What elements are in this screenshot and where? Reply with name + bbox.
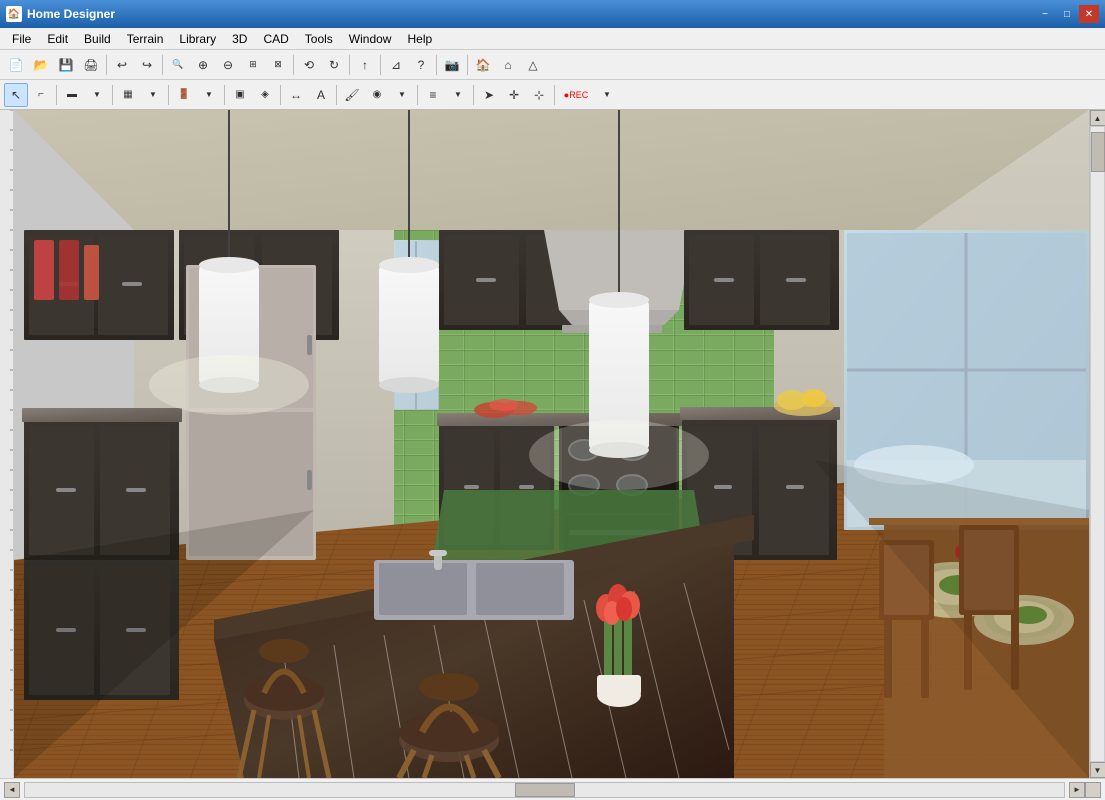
room-dropdown[interactable]: ▼ [141, 83, 165, 107]
title-bar: 🏠 Home Designer − □ ✕ [0, 0, 1105, 28]
separator [112, 85, 113, 105]
toolbar-tools: ↖ ⌐ ▬ ▼ ▦ ▼ 🚪 ▼ ▣ ◈ ↔ A 🖌 ◉ ▼ ≡ ▼ ➤ ✛ ⊹ … [0, 80, 1105, 110]
menu-window[interactable]: Window [341, 30, 400, 48]
separator [473, 85, 474, 105]
roof-button[interactable]: △ [521, 53, 545, 77]
menu-file[interactable]: File [4, 30, 39, 48]
zoom-fit-button[interactable]: ⊞ [241, 53, 265, 77]
scrollbar-vertical[interactable]: ▲ ▼ [1089, 110, 1105, 778]
window-controls: − □ ✕ [1035, 5, 1099, 23]
zoom-realtime-button[interactable]: 🔍 [166, 53, 190, 77]
kitchen-scene [14, 110, 1089, 778]
separator [336, 85, 337, 105]
undo-button[interactable]: ↩ [110, 53, 134, 77]
separator [224, 85, 225, 105]
separator [106, 55, 107, 75]
scroll-up-arrow[interactable]: ▲ [1090, 110, 1105, 126]
separator [56, 85, 57, 105]
bottom-bar: ◄ ► [0, 778, 1105, 800]
app-title: Home Designer [27, 7, 1035, 21]
menu-tools[interactable]: Tools [297, 30, 341, 48]
redo-button[interactable]: ↪ [135, 53, 159, 77]
minimize-button[interactable]: − [1035, 5, 1055, 23]
menu-help[interactable]: Help [399, 30, 440, 48]
app-icon: 🏠 [6, 6, 22, 22]
separator [417, 85, 418, 105]
maximize-button[interactable]: □ [1057, 5, 1077, 23]
separator [467, 55, 468, 75]
close-button[interactable]: ✕ [1079, 5, 1099, 23]
scroll-track-vertical[interactable] [1090, 126, 1105, 762]
door-tool[interactable]: 🚪 [172, 83, 196, 107]
open-button[interactable]: 📂 [29, 53, 53, 77]
wall-tool[interactable]: ▬ [60, 83, 84, 107]
menu-library[interactable]: Library [171, 30, 224, 48]
scroll-left-arrow[interactable]: ◄ [4, 782, 20, 798]
menu-edit[interactable]: Edit [39, 30, 76, 48]
transform-tool[interactable]: ⊹ [527, 83, 551, 107]
home-view-button[interactable]: 🏠 [471, 53, 495, 77]
separator [554, 85, 555, 105]
scrollbar-horizontal[interactable] [24, 782, 1065, 798]
new-button[interactable]: 📄 [4, 53, 28, 77]
separator [162, 55, 163, 75]
camera-button[interactable]: 📷 [440, 53, 464, 77]
room-tool[interactable]: ▦ [116, 83, 140, 107]
text-tool[interactable]: A [309, 83, 333, 107]
toolbar-main: 📄 📂 💾 🖨 ↩ ↪ 🔍 ⊕ ⊖ ⊞ ⊠ ⟲ ↻ ↑ ⊿ ? 📷 🏠 ⌂ △ [0, 50, 1105, 80]
separator [280, 85, 281, 105]
rec-button[interactable]: ●REC [558, 83, 594, 107]
scroll-corner [1085, 782, 1101, 798]
material-tool[interactable]: ◉ [365, 83, 389, 107]
move-tool[interactable]: ✛ [502, 83, 526, 107]
stairs-tool[interactable]: ≡ [421, 83, 445, 107]
house-button[interactable]: ⌂ [496, 53, 520, 77]
viewport-canvas[interactable] [14, 110, 1089, 778]
scroll-thumb-vertical[interactable] [1091, 132, 1105, 172]
door-dropdown[interactable]: ▼ [197, 83, 221, 107]
paint-tool[interactable]: 🖌 [340, 83, 364, 107]
select-tool[interactable]: ↖ [4, 83, 28, 107]
zoom-in-button[interactable]: ⊕ [191, 53, 215, 77]
fixture-tool[interactable]: ◈ [253, 83, 277, 107]
scroll-down-arrow[interactable]: ▼ [1090, 762, 1105, 778]
pan-button[interactable]: ⟲ [297, 53, 321, 77]
separator [293, 55, 294, 75]
menu-terrain[interactable]: Terrain [119, 30, 172, 48]
stairs-dropdown[interactable]: ▼ [446, 83, 470, 107]
elevation-button[interactable]: ↑ [353, 53, 377, 77]
orbit-button[interactable]: ↻ [322, 53, 346, 77]
polyline-tool[interactable]: ⌐ [29, 83, 53, 107]
dimension-tool[interactable]: ↔ [284, 83, 308, 107]
cabinet-tool[interactable]: ▣ [228, 83, 252, 107]
zoom-100-button[interactable]: ⊠ [266, 53, 290, 77]
separator [436, 55, 437, 75]
help-button[interactable]: ? [409, 53, 433, 77]
rec-dropdown[interactable]: ▼ [595, 83, 619, 107]
separator [349, 55, 350, 75]
arrow-tool[interactable]: ➤ [477, 83, 501, 107]
main-area: ▲ ▼ [0, 110, 1105, 778]
print-button[interactable]: 🖨 [79, 53, 103, 77]
separator [168, 85, 169, 105]
floor-up-button[interactable]: ⊿ [384, 53, 408, 77]
menu-cad[interactable]: CAD [255, 30, 296, 48]
separator [380, 55, 381, 75]
scroll-right-arrow[interactable]: ► [1069, 782, 1085, 798]
zoom-out-button[interactable]: ⊖ [216, 53, 240, 77]
save-button[interactable]: 💾 [54, 53, 78, 77]
menu-build[interactable]: Build [76, 30, 119, 48]
scroll-thumb-horizontal[interactable] [515, 783, 575, 797]
ruler-vertical [0, 110, 14, 778]
menu-bar: File Edit Build Terrain Library 3D CAD T… [0, 28, 1105, 50]
menu-3d[interactable]: 3D [224, 30, 255, 48]
wall-dropdown[interactable]: ▼ [85, 83, 109, 107]
material-dropdown[interactable]: ▼ [390, 83, 414, 107]
